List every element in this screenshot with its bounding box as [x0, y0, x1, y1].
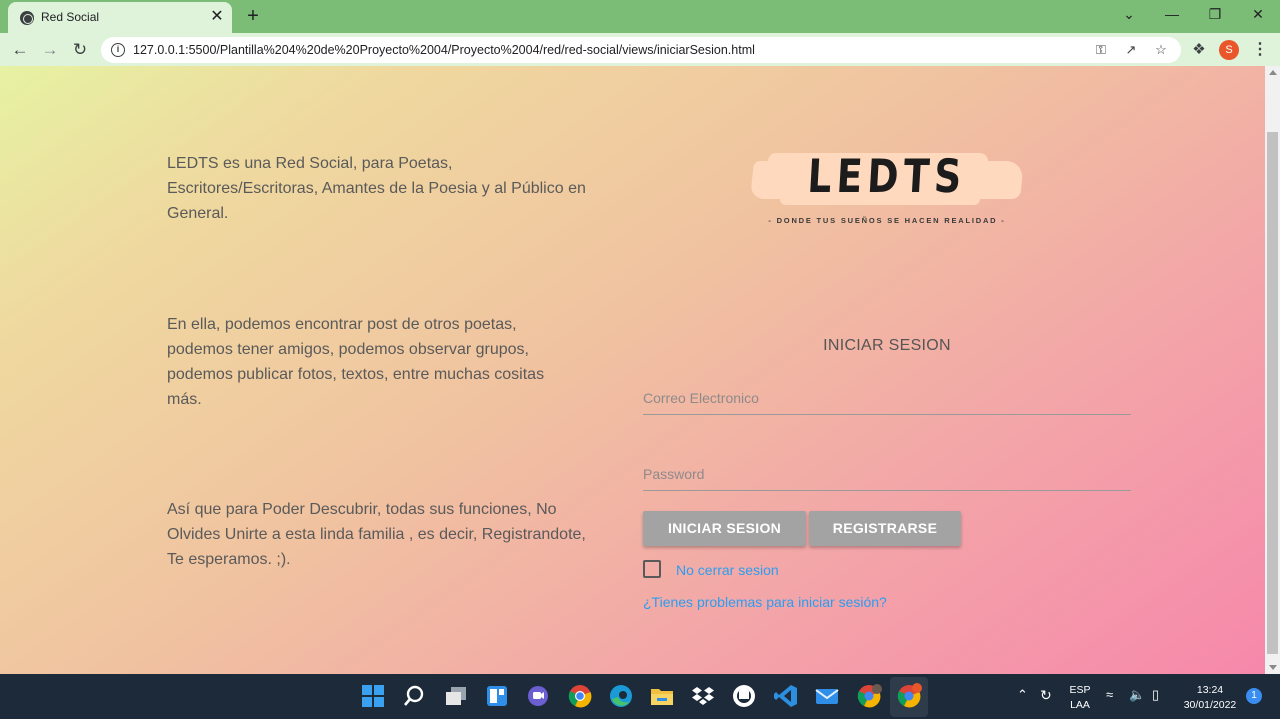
browser-tab[interactable]: Red Social ✕	[8, 2, 232, 33]
info-icon[interactable]: i	[111, 43, 125, 57]
intro-paragraph: LEDTS es una Red Social, para Poetas, Es…	[167, 155, 586, 222]
tab-title: Red Social	[41, 10, 100, 24]
notification-badge[interactable]: 1	[1246, 688, 1262, 704]
menu-dots-icon[interactable]: ⋮	[1250, 39, 1270, 61]
email-input[interactable]	[643, 381, 1131, 414]
features-paragraph: En ella, podemos encontrar post de otros…	[167, 316, 545, 408]
chrome-active-icon[interactable]	[896, 683, 922, 709]
reload-icon[interactable]: ↻	[68, 38, 92, 62]
scroll-down-icon[interactable]	[1269, 665, 1277, 670]
battery-icon[interactable]: ▯	[1152, 688, 1159, 702]
puzzle-icon[interactable]: ❖	[1188, 39, 1210, 61]
keyboard-layout[interactable]: LAA	[1068, 698, 1092, 712]
login-title: INICIAR SESION	[823, 337, 951, 354]
tab-strip: Red Social ✕ + ⌄ — ❐ ✕	[0, 0, 1280, 33]
windows-taskbar: ⌃ ↻ ESP LAA ≈ 🔈 ▯ 13:24 30/01/2022 1	[0, 674, 1280, 719]
star-icon[interactable]: ☆	[1151, 40, 1171, 60]
trouble-login-link[interactable]: ¿Tienes problemas para iniciar sesión?	[643, 594, 887, 610]
close-window-button[interactable]: ✕	[1244, 4, 1272, 24]
email-field[interactable]	[643, 381, 1131, 415]
vscode-icon[interactable]	[773, 683, 799, 709]
file-explorer-icon[interactable]	[649, 683, 675, 709]
windows-start-icon[interactable]	[360, 683, 386, 709]
remember-label[interactable]: No cerrar sesion	[676, 562, 779, 578]
github-icon[interactable]	[731, 683, 757, 709]
chevron-up-icon[interactable]: ⌃	[1017, 688, 1028, 702]
restore-button[interactable]: ❐	[1201, 4, 1229, 24]
close-tab-icon[interactable]: ✕	[208, 6, 226, 28]
dropbox-icon[interactable]	[690, 683, 716, 709]
login-button[interactable]: INICIAR SESION	[643, 511, 806, 546]
teams-chat-icon[interactable]	[525, 683, 551, 709]
ledts-logo: LEDTS - DONDE TUS SUEÑOS SE HACEN REALID…	[750, 143, 1024, 233]
clock-time[interactable]: 13:24	[1180, 683, 1240, 697]
sync-icon[interactable]: ↻	[1040, 688, 1052, 702]
forward-arrow-icon[interactable]: →	[38, 38, 62, 62]
logo-wordmark: LEDTS	[806, 149, 968, 203]
mail-icon[interactable]	[814, 683, 840, 709]
widgets-icon[interactable]	[484, 683, 510, 709]
logo-tagline: - DONDE TUS SUEÑOS SE HACEN REALIDAD -	[768, 216, 1006, 225]
key-icon[interactable]: ⚿	[1091, 40, 1111, 60]
chrome-icon[interactable]	[567, 683, 593, 709]
language-indicator[interactable]: ESP	[1068, 683, 1092, 697]
wifi-icon[interactable]: ≈	[1106, 688, 1113, 702]
scroll-up-icon[interactable]	[1269, 70, 1277, 75]
browser-toolbar: ← → ↻ i 127.0.0.1:5500/Plantilla%204%20d…	[0, 33, 1280, 66]
back-arrow-icon[interactable]: ←	[8, 38, 32, 62]
url-text[interactable]: 127.0.0.1:5500/Plantilla%204%20de%20Proy…	[133, 43, 755, 57]
minimize-button[interactable]: —	[1158, 4, 1186, 24]
invite-paragraph: Así que para Poder Descubrir, todas sus …	[167, 501, 586, 568]
password-field[interactable]	[643, 457, 1131, 491]
password-input[interactable]	[643, 457, 1131, 490]
task-view-icon[interactable]	[443, 683, 469, 709]
profile-avatar[interactable]: S	[1219, 40, 1239, 60]
search-icon[interactable]	[401, 683, 427, 709]
page-scrollbar[interactable]	[1265, 66, 1280, 674]
address-bar[interactable]: i 127.0.0.1:5500/Plantilla%204%20de%20Pr…	[101, 37, 1181, 63]
remember-checkbox[interactable]	[643, 560, 661, 578]
new-tab-button[interactable]: +	[243, 4, 263, 28]
edge-icon[interactable]	[608, 683, 634, 709]
scroll-thumb[interactable]	[1267, 132, 1278, 654]
share-icon[interactable]: ↗	[1121, 40, 1141, 60]
globe-icon	[20, 11, 34, 25]
page-viewport: LEDTS es una Red Social, para Poetas, Es…	[0, 66, 1265, 674]
clock-date[interactable]: 30/01/2022	[1180, 698, 1240, 712]
chrome-profile-icon[interactable]	[856, 683, 882, 709]
volume-icon[interactable]: 🔈	[1129, 688, 1145, 702]
register-button[interactable]: REGISTRARSE	[809, 511, 961, 546]
tab-search-icon[interactable]: ⌄	[1115, 4, 1143, 24]
